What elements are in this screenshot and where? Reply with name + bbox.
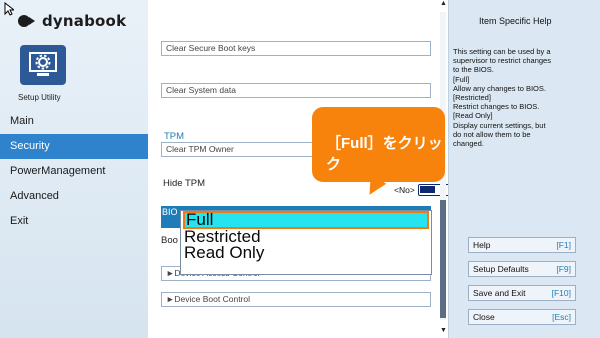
sidebar-item-security[interactable]: Security — [0, 134, 148, 159]
scroll-up-arrow-icon[interactable]: ▲ — [440, 0, 447, 7]
help-line: Display current settings, but — [453, 120, 546, 130]
help-line: [Read Only] — [453, 111, 493, 121]
mouse-cursor-icon — [4, 2, 14, 16]
close-button[interactable]: Close [Esc] — [468, 309, 576, 325]
help-line: Allow any changes to BIOS. — [453, 83, 546, 93]
save-and-exit-key: [F10] — [551, 288, 571, 298]
clear-system-data-field[interactable]: Clear System data — [161, 83, 431, 98]
clear-secure-boot-keys-field[interactable]: Clear Secure Boot keys — [161, 41, 431, 56]
help-line: to the BIOS. — [453, 65, 494, 75]
help-line: changed. — [453, 139, 484, 149]
save-and-exit-label: Save and Exit — [473, 288, 526, 298]
option-read-only[interactable]: Read Only — [183, 244, 429, 262]
boot-row-label: Boo — [161, 235, 178, 246]
help-line: supervisor to restrict changes — [453, 56, 551, 66]
logo-text: dynabook — [42, 12, 127, 30]
bios-options-dropdown[interactable]: Full Restricted Read Only — [180, 210, 432, 275]
clear-tpm-owner-field[interactable]: Clear TPM Owner — [161, 142, 313, 157]
sidebar-item-exit[interactable]: Exit — [0, 209, 148, 234]
close-key: [Esc] — [552, 312, 571, 322]
hide-tpm-state: <No> — [394, 185, 415, 195]
help-button[interactable]: Help [F1] — [468, 237, 576, 253]
instruction-callout: ［Full］をクリック — [312, 107, 445, 182]
setup-defaults-button[interactable]: Setup Defaults [F9] — [468, 261, 576, 277]
sidebar-item-advanced[interactable]: Advanced — [0, 184, 148, 209]
tpm-heading: TPM — [164, 131, 185, 142]
help-line: Restrict changes to BIOS. — [453, 102, 540, 112]
help-line: [Full] — [453, 74, 470, 84]
help-line: This setting can be used by a — [453, 47, 551, 56]
sidebar: dynabook Setup Utility Main Security Pow… — [0, 0, 148, 338]
setup-defaults-label: Setup Defaults — [473, 264, 529, 274]
help-line: do not allow them to be — [453, 129, 531, 139]
callout-text: ［Full］をクリック — [326, 135, 443, 173]
bios-row-label: BIO — [162, 207, 178, 217]
hide-tpm-label: Hide TPM — [163, 178, 206, 189]
dynabook-logo: dynabook — [18, 12, 126, 30]
sidebar-item-powermanagement[interactable]: PowerManagement — [0, 159, 148, 184]
help-title: Item Specific Help — [479, 16, 552, 26]
scroll-down-arrow-icon[interactable]: ▼ — [440, 327, 447, 334]
toggle-knob — [419, 186, 435, 193]
help-button-label: Help — [473, 240, 491, 250]
close-label: Close — [473, 312, 495, 322]
setup-utility-label: Setup Utility — [18, 93, 61, 102]
save-and-exit-button[interactable]: Save and Exit [F10] — [468, 285, 576, 301]
setup-utility-icon — [20, 45, 66, 85]
scrollbar-thumb[interactable] — [440, 200, 446, 318]
help-line: [Restricted] — [453, 93, 491, 103]
help-text: This setting can be used by a supervisor… — [453, 47, 599, 148]
setup-defaults-key: [F9] — [556, 264, 571, 274]
help-button-key: [F1] — [556, 240, 571, 250]
hide-tpm-toggle[interactable] — [417, 184, 452, 196]
dynabook-logo-mark-icon — [18, 14, 38, 28]
device-boot-control-field[interactable]: ►Device Boot Control — [161, 292, 431, 307]
sidebar-item-main[interactable]: Main — [0, 109, 148, 134]
